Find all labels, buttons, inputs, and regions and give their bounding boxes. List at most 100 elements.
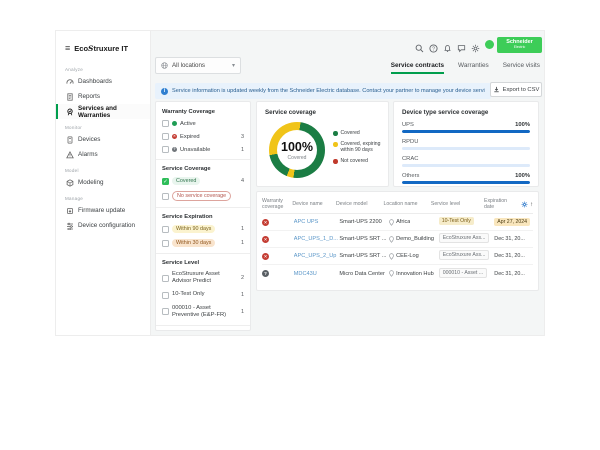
location-icon bbox=[161, 62, 168, 69]
sidebar-item-reports[interactable]: Reports bbox=[56, 89, 150, 104]
sidebar-item-label: Devices bbox=[78, 136, 100, 143]
checkbox[interactable] bbox=[162, 275, 169, 282]
within-30-days-chip: Within 30 days bbox=[172, 239, 215, 247]
export-to-csv-button[interactable]: Export to CSV bbox=[490, 82, 542, 97]
search-icon[interactable] bbox=[415, 40, 424, 49]
sidebar-item-dashboards[interactable]: Dashboards bbox=[56, 74, 150, 89]
col-location-name[interactable]: Location name bbox=[383, 202, 430, 208]
notifications-icon[interactable] bbox=[443, 40, 452, 49]
menu-icon[interactable]: ≡ bbox=[65, 44, 70, 53]
expired-status-icon: ✕ bbox=[172, 134, 177, 139]
device-type-coverage-card: Device type service coverage UPS 100% RP… bbox=[393, 101, 539, 187]
service-level-chip: EcoStruxure Ass... bbox=[439, 233, 490, 243]
checkbox[interactable] bbox=[162, 193, 169, 200]
device-configuration-icon bbox=[66, 222, 74, 230]
table-row[interactable]: ✕ APC UPS Smart-UPS 2200 Africa 10-Test … bbox=[262, 214, 533, 231]
sort-ascending-icon[interactable]: ↑ bbox=[530, 202, 533, 208]
donut-legend: Covered Covered, expiring within 90 days… bbox=[333, 130, 388, 169]
user-avatar[interactable] bbox=[485, 40, 494, 49]
divider bbox=[156, 207, 250, 208]
reports-icon bbox=[66, 93, 74, 101]
checkbox[interactable] bbox=[162, 133, 169, 140]
column-settings-icon[interactable] bbox=[521, 201, 528, 208]
coverage-percent: 100% bbox=[281, 140, 313, 154]
settings-icon[interactable] bbox=[471, 40, 480, 49]
main-area: ? Schneider Electric All locations ▾ Ser… bbox=[151, 31, 544, 335]
filter-option-active[interactable]: Active bbox=[162, 120, 244, 127]
col-device-model[interactable]: Device model bbox=[336, 202, 383, 208]
device-type-row-others: Others 100% bbox=[402, 173, 530, 184]
legend-item-covered: Covered bbox=[333, 130, 388, 136]
expiration-date-chip: Apr 27, 2024 bbox=[494, 218, 530, 226]
checkbox[interactable] bbox=[162, 226, 169, 233]
checkbox[interactable] bbox=[162, 292, 169, 299]
sidebar-item-device-configuration[interactable]: Device configuration bbox=[56, 218, 150, 233]
tab-service-visits[interactable]: Service visits bbox=[503, 62, 540, 74]
checkbox-checked[interactable]: ✓ bbox=[162, 178, 169, 185]
location-pin-icon bbox=[389, 236, 394, 243]
checkbox[interactable] bbox=[162, 146, 169, 153]
devices-icon bbox=[66, 136, 74, 144]
device-name-link[interactable]: APC_UPS_2_Up bbox=[294, 253, 340, 259]
progress-bar bbox=[402, 130, 530, 133]
chevron-down-icon: ▾ bbox=[232, 62, 235, 69]
service-coverage-donut-chart: 100% Covered bbox=[269, 122, 325, 178]
filter-option-10-test-only[interactable]: 10-Test Only 1 bbox=[162, 291, 244, 298]
device-name-link[interactable]: MDC43U bbox=[294, 271, 340, 277]
device-model-cell: Micro Data Center bbox=[339, 271, 389, 277]
filter-option-expired[interactable]: ✕ Expired 3 bbox=[162, 133, 244, 140]
warranty-expired-icon: ✕ bbox=[262, 236, 269, 243]
filter-option-unavailable[interactable]: ? Unavailable 1 bbox=[162, 146, 244, 153]
warranty-expired-icon: ✕ bbox=[262, 219, 269, 226]
location-filter-value: All locations bbox=[172, 62, 205, 69]
table-row[interactable]: ✕ APC_UPS_2_Up Smart-UPS SRT ... CEE-Log… bbox=[262, 248, 533, 265]
sidebar-item-services-and-warranties[interactable]: Services and Warranties bbox=[56, 104, 150, 119]
filter-option-count: 1 bbox=[241, 240, 244, 246]
info-banner-text: Service information is updated weekly fr… bbox=[172, 88, 485, 94]
filter-option-asset-advisor-predict[interactable]: EcoStruxure Asset Advisor Predict 2 bbox=[162, 271, 244, 285]
divider bbox=[156, 253, 250, 254]
schneider-logo-line2: Electric bbox=[497, 46, 542, 50]
checkbox[interactable] bbox=[162, 308, 169, 315]
filter-option-within-30-days[interactable]: Within 30 days 1 bbox=[162, 239, 244, 247]
location-cell: Africa bbox=[389, 219, 439, 226]
progress-bar bbox=[402, 147, 530, 150]
tab-service-contracts[interactable]: Service contracts bbox=[391, 62, 444, 74]
device-name-link[interactable]: APC UPS bbox=[294, 219, 340, 225]
location-pin-icon bbox=[389, 270, 394, 277]
table-header: Warranty coverage Device name Device mod… bbox=[262, 196, 533, 214]
help-icon[interactable]: ? bbox=[429, 40, 438, 49]
device-model-cell: Smart-UPS 2200 bbox=[339, 219, 389, 225]
covered-chip: Covered bbox=[172, 177, 200, 185]
device-name-link[interactable]: APC_UPS_1_D... bbox=[294, 236, 340, 242]
feedback-icon[interactable] bbox=[457, 40, 466, 49]
sidebar-item-devices[interactable]: Devices bbox=[56, 132, 150, 147]
col-service-level[interactable]: Service level bbox=[431, 202, 484, 208]
service-level-chip: EcoStruxure Ass... bbox=[439, 250, 490, 260]
filter-option-no-service-coverage[interactable]: No service coverage bbox=[162, 191, 244, 201]
legend-item-not-covered: Not covered bbox=[333, 158, 388, 164]
table-header-icons: ↑ bbox=[521, 201, 533, 208]
col-device-name[interactable]: Device name bbox=[292, 202, 336, 208]
col-warranty-coverage[interactable]: Warranty coverage bbox=[262, 199, 292, 211]
sidebar-section-monitor: Monitor bbox=[56, 119, 150, 132]
filter-option-within-90-days[interactable]: Within 90 days 1 bbox=[162, 225, 244, 233]
donut-center: 100% Covered bbox=[269, 122, 325, 178]
legend-item-expiring: Covered, expiring within 90 days bbox=[333, 141, 388, 153]
sidebar-item-firmware-update[interactable]: Firmware update bbox=[56, 203, 150, 218]
location-cell: Innovation Hub bbox=[389, 270, 439, 277]
sidebar-item-modeling[interactable]: Modeling bbox=[56, 175, 150, 190]
table-row[interactable]: ✕ APC_UPS_1_D... Smart-UPS SRT ... Demo_… bbox=[262, 231, 533, 248]
checkbox[interactable] bbox=[162, 240, 169, 247]
tab-warranties[interactable]: Warranties bbox=[458, 62, 489, 74]
location-pin-icon bbox=[389, 253, 394, 260]
table-row[interactable]: ? MDC43U Micro Data Center Innovation Hu… bbox=[262, 265, 533, 282]
col-expiration-date[interactable]: Expiration date bbox=[484, 199, 521, 211]
sidebar-item-alarms[interactable]: Alarms bbox=[56, 147, 150, 162]
filter-option-count: 1 bbox=[241, 226, 244, 232]
download-icon bbox=[493, 86, 500, 93]
location-filter-select[interactable]: All locations ▾ bbox=[155, 57, 241, 74]
checkbox[interactable] bbox=[162, 120, 169, 127]
filter-option-covered[interactable]: ✓ Covered 4 bbox=[162, 177, 244, 185]
filter-option-asset-preventive[interactable]: 000010 - Asset Preventive (E&P-FR) 1 bbox=[162, 305, 244, 319]
